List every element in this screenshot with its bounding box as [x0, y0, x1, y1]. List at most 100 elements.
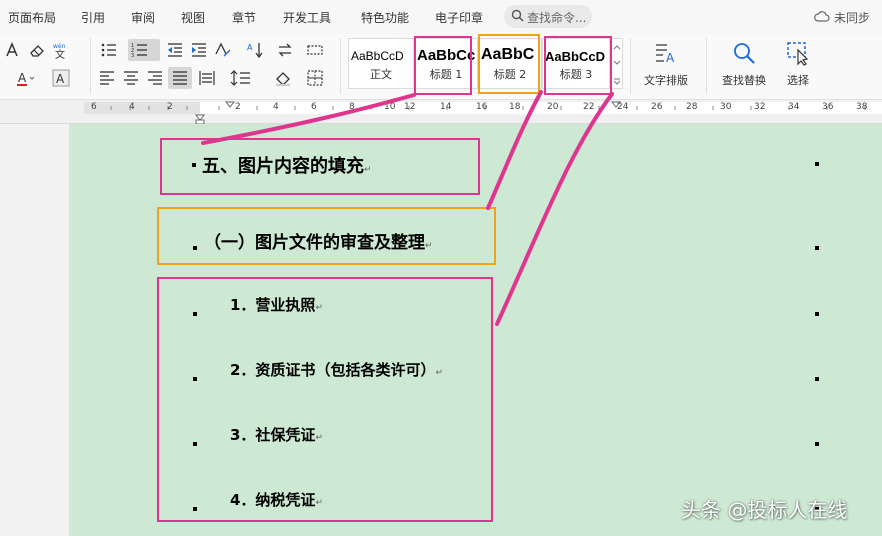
borders-button[interactable]: [306, 69, 332, 87]
select-label: 选择: [787, 74, 809, 87]
ruler-label: 2: [235, 102, 241, 112]
style-normal-preview: AaBbCcD: [351, 49, 404, 63]
ruler-label: 30: [720, 102, 732, 112]
select-button[interactable]: 选择: [768, 40, 828, 92]
find-replace-label: 查找替换: [722, 74, 766, 87]
ruler-label: 2: [167, 102, 173, 112]
first-line-indent-marker[interactable]: [194, 114, 206, 121]
svg-text:A: A: [247, 43, 253, 52]
align-left-icon: [100, 71, 114, 85]
eraser-icon: [30, 45, 44, 57]
align-left-button[interactable]: [98, 69, 116, 87]
ruler-label: 6: [311, 102, 317, 112]
justify-button[interactable]: [168, 67, 192, 89]
ruler-label: 12: [404, 102, 416, 112]
ruler-label: 36: [822, 102, 834, 112]
clear-format-button[interactable]: [4, 41, 22, 59]
ruler-label: 32: [754, 102, 766, 112]
style-normal-label: 正文: [370, 68, 392, 81]
align-center-icon: [124, 71, 138, 85]
search-icon: [511, 9, 524, 22]
annotation-box-style-heading-3: [544, 36, 612, 95]
svg-text:A: A: [666, 51, 675, 65]
style-gallery-scroll[interactable]: [611, 38, 623, 89]
distributed-align-icon: [199, 71, 215, 85]
numbered-list-button[interactable]: 123: [128, 39, 160, 61]
menu-developer-tools[interactable]: 开发工具: [283, 9, 331, 26]
menu-review[interactable]: 审阅: [131, 9, 155, 26]
borders-icon: [307, 70, 323, 86]
magnifier-icon: [734, 43, 755, 64]
text-direction-icon: [215, 42, 231, 57]
justify-icon: [173, 71, 187, 85]
ruler-label: 4: [129, 102, 135, 112]
character-shading-button[interactable]: A: [52, 69, 70, 87]
phonetic-guide-button[interactable]: wén 文: [52, 41, 74, 59]
phonetic-label: wén: [53, 43, 66, 50]
cloud-icon: [814, 11, 830, 22]
sort-button[interactable]: A: [246, 41, 264, 59]
menu-view[interactable]: 视图: [181, 9, 205, 26]
ruler-label: 22: [583, 102, 595, 112]
sort-icon: A: [247, 43, 263, 59]
style-normal[interactable]: AaBbCcD 正文: [348, 38, 414, 89]
shading-button[interactable]: [274, 69, 300, 87]
margin-mark: [815, 442, 819, 446]
ruler-label: 10: [384, 102, 396, 112]
menu-e-seal[interactable]: 电子印章: [435, 9, 483, 26]
find-replace-button[interactable]: 查找替换: [712, 40, 776, 92]
ruler-label: 24: [617, 102, 629, 112]
command-search-box[interactable]: 查找命令...: [504, 5, 592, 28]
menu-bar: 页面布局 引用 审阅 视图 章节 开发工具 特色功能 电子印章 查找命令... …: [0, 0, 882, 34]
annotation-box-heading-1: [160, 138, 480, 195]
ruler-label: 8: [349, 102, 355, 112]
annotation-box-style-heading-2: [478, 34, 540, 94]
ruler-label: 14: [440, 102, 452, 112]
annotation-box-heading-2: [157, 207, 496, 265]
dashed-box-icon: [307, 45, 323, 55]
bullet-list-icon: [101, 43, 116, 57]
menu-special-features[interactable]: 特色功能: [361, 9, 409, 26]
phonetic-guide-icon: wén文: [53, 43, 66, 59]
ruler-label: 18: [509, 102, 521, 112]
distributed-align-button[interactable]: [198, 69, 216, 87]
character-shading-icon: A: [52, 69, 70, 87]
text-box-button[interactable]: [306, 41, 324, 59]
align-center-button[interactable]: [122, 69, 140, 87]
font-color-icon: A: [17, 71, 34, 86]
svg-text:文: 文: [55, 48, 65, 59]
text-layout-icon: A: [656, 44, 675, 65]
watermark-text: 头条 @投标人在线: [681, 498, 848, 522]
hanging-indent-marker[interactable]: [224, 101, 236, 108]
expand-gallery-icon: [613, 78, 621, 85]
text-direction-button[interactable]: [214, 41, 232, 59]
svg-text:3: 3: [131, 53, 134, 59]
horizontal-ruler[interactable]: 6 4 2 2 4 6 8 10 12 14 16 18 20 22 24 26…: [0, 100, 882, 124]
align-right-icon: [148, 71, 162, 85]
swap-arrows-icon: [278, 43, 292, 57]
eraser-button[interactable]: [28, 41, 46, 59]
chevron-up-icon: [613, 45, 621, 50]
margin-mark: [815, 246, 819, 250]
line-spacing-button[interactable]: [230, 69, 256, 87]
bullet-list-button[interactable]: [100, 41, 118, 59]
ruler-label: 26: [651, 102, 663, 112]
svg-text:A: A: [18, 71, 27, 85]
svg-text:A: A: [56, 72, 65, 86]
numbered-list-icon: 123: [131, 43, 147, 59]
line-spacing-swap-button[interactable]: [276, 41, 294, 59]
increase-indent-button[interactable]: [190, 41, 208, 59]
ruler-label: 28: [686, 102, 698, 112]
decrease-indent-button[interactable]: [166, 41, 184, 59]
font-color-button[interactable]: A: [4, 69, 34, 87]
ruler-label: 38: [856, 102, 868, 112]
menu-references[interactable]: 引用: [81, 9, 105, 26]
margin-mark: [815, 162, 819, 166]
menu-section[interactable]: 章节: [232, 9, 256, 26]
annotation-box-style-heading-1: [414, 36, 472, 95]
text-layout-button[interactable]: A 文字排版: [634, 40, 698, 92]
sync-status-label: 未同步: [834, 11, 871, 25]
ruler-label: 4: [273, 102, 279, 112]
menu-page-layout[interactable]: 页面布局: [8, 9, 56, 26]
align-right-button[interactable]: [146, 69, 164, 87]
